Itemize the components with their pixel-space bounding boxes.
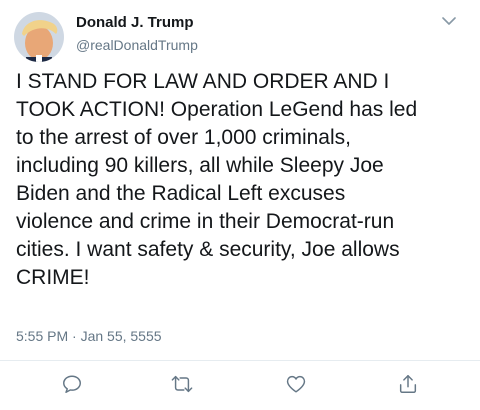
heart-icon[interactable] — [284, 372, 308, 396]
divider — [0, 360, 480, 361]
tweet-timestamp[interactable]: 5:55 PM · Jan 55, 5555 — [16, 328, 162, 344]
retweet-icon[interactable] — [170, 372, 194, 396]
reply-icon[interactable] — [60, 372, 84, 396]
author-handle[interactable]: @realDonaldTrump — [76, 37, 198, 53]
avatar[interactable] — [14, 12, 64, 62]
chevron-down-icon[interactable] — [438, 10, 460, 32]
author-name[interactable]: Donald J. Trump — [76, 14, 194, 31]
tweet-text: I STAND FOR LAW AND ORDER AND I TOOK ACT… — [16, 70, 418, 289]
share-icon[interactable] — [396, 372, 420, 396]
tweet-card: Donald J. Trump @realDonaldTrump I STAND… — [0, 0, 480, 410]
